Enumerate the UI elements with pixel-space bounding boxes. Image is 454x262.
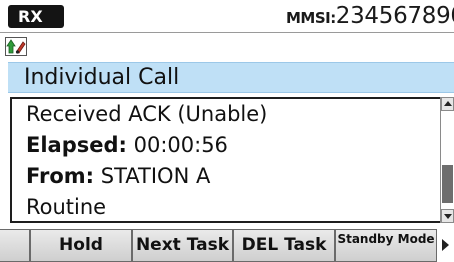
scroll-down-arrow-icon[interactable]: [441, 209, 454, 223]
scroll-thumb[interactable]: [442, 165, 453, 203]
task-transfer-icon: [5, 37, 27, 56]
rx-mode-badge: RX: [8, 5, 64, 28]
category-line: Routine: [26, 192, 426, 223]
status-icon-row: [0, 33, 454, 60]
triangle-right-icon[interactable]: [442, 239, 449, 251]
category-text: Routine: [26, 195, 107, 219]
status-bar: RX MMSI:234567890: [0, 0, 454, 33]
elapsed-value: 00:00:56: [126, 133, 228, 157]
elapsed-line: Elapsed: 00:00:56: [26, 130, 426, 161]
next-task-button[interactable]: Next Task: [132, 229, 233, 262]
from-value: STATION A: [94, 164, 211, 188]
title-bar: Individual Call: [8, 62, 454, 93]
message-detail-panel: Received ACK (Unable) Elapsed: 00:00:56 …: [10, 97, 454, 223]
hold-button[interactable]: Hold: [30, 229, 132, 262]
from-label: From:: [26, 164, 95, 188]
scroll-up-arrow-icon[interactable]: [441, 97, 454, 111]
status-text: Received ACK (Unable): [26, 102, 268, 126]
softkey-bar: Hold Next Task DEL Task Standby Mode: [0, 229, 454, 262]
from-line: From: STATION A: [26, 161, 426, 192]
standby-mode-button[interactable]: Standby Mode: [335, 229, 437, 262]
status-line: Received ACK (Unable): [26, 99, 426, 130]
softkey-left-edge: [0, 229, 30, 262]
page-title: Individual Call: [24, 65, 180, 90]
mmsi-value: 234567890: [335, 3, 454, 29]
mmsi-label: MMSI:: [286, 9, 336, 27]
dsc-radio-screen: RX MMSI:234567890 Individual Call Receiv…: [0, 0, 454, 262]
message-lines: Received ACK (Unable) Elapsed: 00:00:56 …: [26, 99, 426, 223]
elapsed-label: Elapsed:: [26, 133, 127, 157]
mmsi-display: MMSI:234567890: [286, 3, 454, 29]
del-task-button[interactable]: DEL Task: [233, 229, 335, 262]
scrollbar[interactable]: [440, 97, 454, 223]
